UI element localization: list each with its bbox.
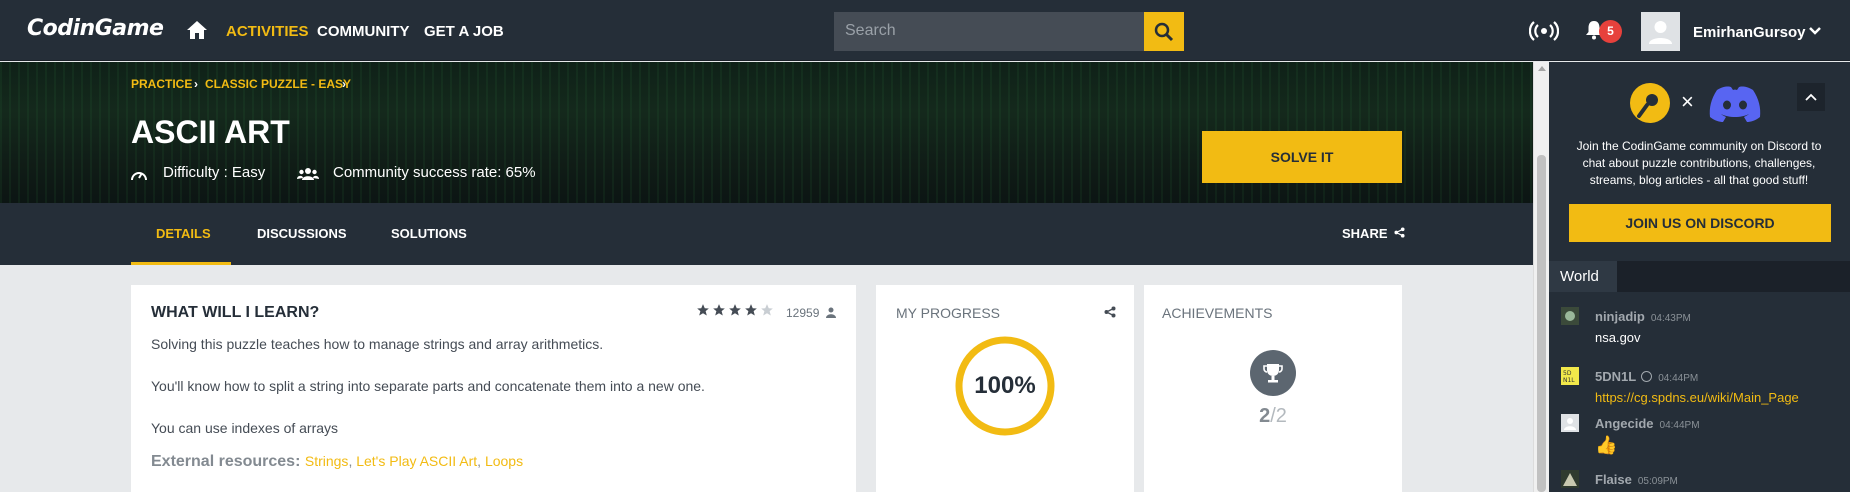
discord-icon xyxy=(1709,86,1761,122)
avatar[interactable] xyxy=(1561,307,1579,325)
resource-link-loops[interactable]: Loops xyxy=(485,453,523,469)
tab-solutions[interactable]: SOLUTIONS xyxy=(391,226,467,241)
chevron-up-icon xyxy=(1805,93,1817,101)
learn-paragraph: You can use indexes of arrays xyxy=(151,420,339,436)
users-icon xyxy=(297,168,319,180)
learn-card: WHAT WILL I LEARN? 12959 Solving this pu… xyxy=(131,285,856,492)
nav-community[interactable]: COMMUNITY xyxy=(317,23,410,40)
learn-paragraph: Solving this puzzle teaches how to manag… xyxy=(151,336,604,352)
resource-link-strings[interactable]: Strings xyxy=(305,453,349,469)
broadcast-icon[interactable] xyxy=(1529,19,1559,43)
verified-icon xyxy=(1641,371,1653,382)
avatar[interactable] xyxy=(1561,414,1579,432)
top-navbar: CodinGame ACTIVITIES COMMUNITY GET A JOB… xyxy=(0,0,1850,61)
tab-discussions[interactable]: DISCUSSIONS xyxy=(257,226,347,241)
chat-message-link[interactable]: https://cg.spdns.eu/wiki/Main_Page xyxy=(1595,390,1799,405)
chat-username-text: ninjadip xyxy=(1595,309,1645,324)
chat-username-text: Angecide xyxy=(1595,416,1654,431)
progress-label: MY PROGRESS xyxy=(896,305,1000,321)
success-rate-label: Community success rate: 65% xyxy=(333,164,536,181)
join-discord-button[interactable]: JOIN US ON DISCORD xyxy=(1569,204,1831,242)
share-icon xyxy=(1394,227,1405,238)
codingame-logo[interactable]: CodinGame xyxy=(27,16,164,41)
achievement-count: 2/2 xyxy=(1144,405,1402,428)
chat-username[interactable]: Flaise 05:09PM xyxy=(1595,472,1678,487)
chat-tab-world[interactable]: World xyxy=(1549,261,1617,292)
achievements-label: ACHIEVEMENTS xyxy=(1162,305,1273,321)
puzzle-header: PRACTICE › CLASSIC PUZZLE - EASY › ASCII… xyxy=(0,62,1533,203)
avatar-placeholder-icon xyxy=(1649,21,1672,44)
collapse-button[interactable] xyxy=(1797,83,1825,111)
external-resources: External resources: Strings, Let's Play … xyxy=(151,453,524,470)
scrollbar-thumb[interactable] xyxy=(1537,155,1546,492)
svg-text:5D: 5D xyxy=(1563,370,1572,377)
search-input[interactable]: Search xyxy=(834,12,1144,51)
progress-value: 100% xyxy=(974,372,1036,399)
star-icon[interactable] xyxy=(696,303,710,317)
achievements-earned: 2 xyxy=(1259,405,1271,427)
person-icon xyxy=(826,307,836,318)
search-icon xyxy=(1154,22,1174,41)
avatar[interactable]: 5DN1L xyxy=(1561,367,1579,385)
trophy-badge[interactable] xyxy=(1250,350,1296,396)
avatar[interactable] xyxy=(1561,470,1579,488)
username[interactable]: EmirhanGursoy xyxy=(1693,24,1806,41)
notification-badge[interactable]: 5 xyxy=(1599,20,1622,43)
chat-channel-tabs: World xyxy=(1549,261,1850,292)
external-resources-label: External resources: xyxy=(151,453,301,470)
scroll-up-arrow[interactable] xyxy=(1538,66,1546,71)
chat-message-emoji: 👍 xyxy=(1595,435,1618,455)
rating-stars[interactable] xyxy=(696,303,774,317)
chat-username[interactable]: ninjadip 04:43PM xyxy=(1595,309,1691,324)
chat-username[interactable]: Angecide 04:44PM xyxy=(1595,416,1700,431)
chat-time: 05:09PM xyxy=(1637,476,1678,487)
chat-time: 04:43PM xyxy=(1650,313,1691,324)
learn-paragraph: You'll know how to split a string into s… xyxy=(151,378,705,394)
chat-message: nsa.gov xyxy=(1595,330,1641,345)
nav-activities[interactable]: ACTIVITIES xyxy=(226,23,309,40)
chat-username-text: Flaise xyxy=(1595,472,1632,487)
chevron-right-icon: › xyxy=(342,77,346,91)
breadcrumb-practice[interactable]: PRACTICE xyxy=(131,77,192,91)
share-label: SHARE xyxy=(1342,226,1388,241)
svg-text:N1L: N1L xyxy=(1563,377,1575,384)
share-icon[interactable] xyxy=(1104,306,1116,318)
discord-invite-text: Join the CodinGame community on Discord … xyxy=(1576,139,1822,187)
chat-time: 04:44PM xyxy=(1659,420,1700,431)
puzzle-tabs: DETAILS DISCUSSIONS SOLUTIONS SHARE xyxy=(0,203,1533,265)
resource-link-ascii-art[interactable]: Let's Play ASCII Art xyxy=(356,453,477,469)
achievements-total: /2 xyxy=(1270,405,1287,427)
chat-username[interactable]: 5DN1L 04:44PM xyxy=(1595,369,1698,384)
star-icon[interactable] xyxy=(744,303,758,317)
breadcrumb-classic-easy[interactable]: CLASSIC PUZZLE - EASY xyxy=(205,77,351,91)
chat-time: 04:44PM xyxy=(1658,373,1699,384)
tab-details[interactable]: DETAILS xyxy=(156,226,211,241)
active-tab-indicator xyxy=(131,262,231,265)
user-avatar[interactable] xyxy=(1641,12,1680,51)
share-button[interactable]: SHARE xyxy=(1342,226,1405,241)
star-icon[interactable] xyxy=(728,303,742,317)
progress-card: MY PROGRESS 100% xyxy=(876,285,1134,492)
chat-username-text: 5DN1L xyxy=(1595,369,1637,384)
solve-it-button[interactable]: SOLVE IT xyxy=(1202,131,1402,183)
learn-title: WHAT WILL I LEARN? xyxy=(151,304,320,321)
times-icon: × xyxy=(1681,89,1694,114)
difficulty-label: Difficulty : Easy xyxy=(163,164,266,181)
trophy-icon xyxy=(1263,364,1283,383)
achievements-card: ACHIEVEMENTS 2/2 xyxy=(1144,285,1402,492)
search-button[interactable] xyxy=(1144,12,1184,51)
rating-count: 12959 xyxy=(786,306,820,320)
home-icon[interactable] xyxy=(186,20,208,40)
star-icon[interactable] xyxy=(712,303,726,317)
chevron-down-icon[interactable] xyxy=(1808,26,1822,36)
page-title: ASCII ART xyxy=(131,114,290,150)
gauge-icon xyxy=(131,172,147,181)
chat-panel: × Join the CodinGame community on Discor… xyxy=(1549,62,1850,492)
star-icon[interactable] xyxy=(760,303,774,317)
chevron-right-icon: › xyxy=(194,77,198,91)
nav-get-a-job[interactable]: GET A JOB xyxy=(424,23,504,40)
codingame-icon xyxy=(1630,83,1670,123)
